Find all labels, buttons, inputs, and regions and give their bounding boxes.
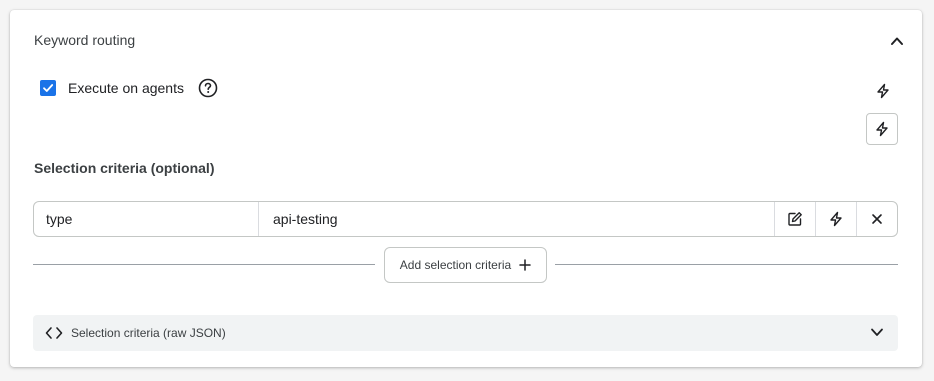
keyword-routing-card: Keyword routing Execute on agents Select…: [10, 10, 922, 367]
bolt-icon: [830, 211, 842, 227]
close-icon: [872, 214, 882, 224]
bolt-icon[interactable]: [874, 82, 892, 100]
add-selection-criteria-button[interactable]: Add selection criteria: [384, 247, 547, 283]
bolt-criteria-button[interactable]: [815, 202, 856, 236]
criteria-value: api-testing: [273, 211, 338, 227]
chevron-up-icon: [891, 37, 903, 45]
bolt-icon: [876, 121, 888, 137]
raw-json-expander[interactable]: Selection criteria (raw JSON): [33, 315, 898, 351]
selection-criteria-heading: Selection criteria (optional): [34, 160, 215, 176]
bolt-button[interactable]: [866, 113, 898, 145]
execute-on-agents-checkbox[interactable]: [40, 80, 56, 96]
divider-left: [33, 264, 375, 265]
add-selection-criteria-label: Add selection criteria: [399, 258, 512, 272]
collapse-button[interactable]: [886, 30, 908, 52]
raw-json-label: Selection criteria (raw JSON): [71, 326, 226, 340]
criteria-key: type: [34, 202, 259, 236]
plus-icon: [519, 259, 531, 271]
remove-criteria-button[interactable]: [856, 202, 897, 236]
divider-right: [555, 264, 898, 265]
section-title: Keyword routing: [34, 32, 136, 48]
code-icon: [45, 326, 63, 340]
execute-on-agents-label: Execute on agents: [68, 80, 184, 96]
execute-on-agents-row: Execute on agents: [40, 78, 218, 98]
help-circle-icon[interactable]: [198, 78, 218, 98]
checkmark-icon: [43, 84, 54, 92]
criteria-row: type api-testing: [33, 201, 898, 237]
edit-icon: [788, 212, 802, 226]
edit-criteria-button[interactable]: [774, 202, 815, 236]
chevron-down-icon: [870, 325, 884, 339]
